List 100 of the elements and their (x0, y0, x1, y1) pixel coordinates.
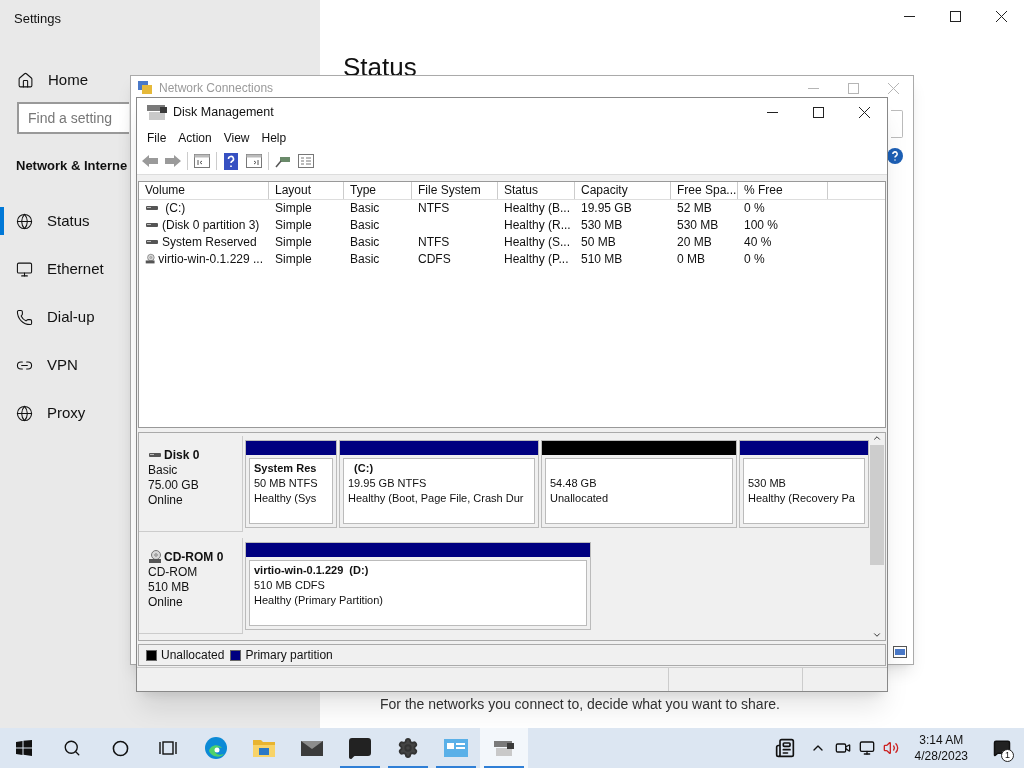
cd-drive-icon (148, 550, 162, 565)
task-view-icon (159, 739, 177, 757)
table-cell-text: Basic (350, 217, 380, 235)
envelope-icon (300, 739, 324, 757)
table-cell-text: Simple (275, 234, 312, 252)
disk-info: Basic (148, 462, 179, 478)
column-header[interactable]: Layout (269, 181, 344, 199)
nav-item[interactable]: VPN (0, 351, 82, 379)
news-icon[interactable] (774, 738, 795, 758)
menu-item[interactable]: View (217, 127, 256, 148)
menu-item[interactable]: Help (255, 127, 293, 148)
table-cell-text: 100 % (744, 217, 779, 235)
partition-info: Healthy (Sys (254, 490, 317, 506)
table-cell-text: 510 MB (581, 251, 623, 269)
camera-icon[interactable] (834, 740, 851, 756)
notification-badge: 1 (1001, 749, 1014, 762)
table-cell-text: virtio-win-0.1.229 ... (158, 251, 263, 269)
table-cell-text: 530 MB (581, 217, 623, 235)
close-icon (887, 82, 899, 94)
help-icon (224, 152, 238, 170)
partition-info: Healthy (Recovery Pa (748, 490, 855, 506)
table-cell-text: (Disk 0 partition 3) (162, 217, 260, 235)
control-panel-icon (443, 738, 469, 758)
nav-item[interactable]: Proxy (0, 399, 90, 427)
close-icon (995, 10, 1007, 22)
disk-info: 75.00 GB (148, 477, 200, 493)
maximize-icon (812, 106, 824, 118)
search-field[interactable]: Find a setting (17, 101, 129, 134)
table-cell-text: 52 MB (677, 200, 712, 218)
partition-block[interactable]: (C:) 19.95 GB NTFS Healthy (Boot, Page File, Crash Dur (339, 439, 539, 528)
nav-item[interactable]: Ethernet (0, 255, 108, 283)
partition-info: 54.48 GB (550, 475, 597, 491)
windows-logo-icon (16, 740, 32, 756)
taskbar-button[interactable] (480, 728, 528, 768)
partition-info: Unallocated (550, 490, 609, 506)
maximize-icon (847, 82, 859, 94)
disk-info: Online (148, 594, 184, 610)
table-cell-text: 19.95 GB (581, 200, 632, 218)
table-cell-text: Simple (275, 251, 312, 269)
disk-info: CD-ROM (148, 564, 199, 580)
feedback-icon (348, 736, 372, 760)
disk-name: CD-ROM 0 (164, 549, 224, 565)
menu-item[interactable]: File (141, 127, 173, 148)
panel-icon (194, 154, 210, 169)
clock-date[interactable]: 4/28/2023 (914, 748, 968, 764)
table-cell-text: Healthy (P... (504, 251, 569, 269)
table-cell-text: CDFS (418, 251, 451, 269)
globe-icon (16, 212, 33, 230)
partition-title: (C:) (353, 460, 374, 476)
column-header[interactable]: Volume (139, 181, 269, 199)
back-arrow-icon (142, 155, 158, 168)
column-header[interactable]: Capacity (575, 181, 671, 199)
table-cell-text: Healthy (R... (504, 217, 571, 235)
phone-icon (16, 308, 33, 326)
partition-info: 50 MB NTFS (254, 475, 318, 491)
table-cell-text: NTFS (418, 200, 450, 218)
table-cell-text: 0 MB (677, 251, 705, 269)
search-field[interactable] (891, 110, 903, 138)
clock-time[interactable]: 3:14 AM (919, 732, 964, 748)
partition-block[interactable]: virtio-win-0.1.229 (D:) 510 MB CDFS Healthy (Primary Partition) (245, 541, 591, 630)
nav-item[interactable]: Dial-up (0, 303, 99, 331)
table-cell-text: Healthy (B... (504, 200, 571, 218)
table-cell-text: System Reserved (162, 234, 257, 252)
table-cell-text: Basic (350, 251, 380, 269)
partition-info: Healthy (Primary Partition) (254, 592, 383, 608)
column-header[interactable]: Free Spa... (671, 181, 738, 199)
table-cell-text: 50 MB (581, 234, 616, 252)
settings-icon (397, 737, 419, 759)
partition-info: 530 MB (748, 475, 786, 491)
maximize-icon (949, 10, 961, 22)
column-header[interactable]: File System (412, 181, 498, 199)
column-header[interactable]: Type (344, 181, 412, 199)
forward-arrow-icon (165, 155, 181, 168)
disk-management-icon (492, 738, 516, 758)
partition-title: virtio-win-0.1.229 (D:) (254, 562, 369, 578)
partition-title: System Res (254, 460, 317, 476)
list-icon (298, 154, 314, 169)
table-cell-text: NTFS (418, 234, 450, 252)
plug-icon (275, 154, 291, 169)
partition-block[interactable]: System Res 50 MB NTFS Healthy (Sys (245, 439, 337, 528)
partition-block[interactable]: 54.48 GB Unallocated (541, 439, 737, 528)
menu-item[interactable]: Action (172, 127, 218, 148)
table-cell-text: Basic (350, 234, 380, 252)
notifications-button[interactable]: 1 (980, 728, 1024, 768)
disk-info: Online (148, 492, 184, 508)
home-icon (17, 72, 34, 89)
column-header[interactable]: % Free (738, 181, 828, 199)
window-title: Settings (14, 10, 62, 28)
nav-item[interactable]: Home (0, 66, 92, 95)
legend-label: Unallocated (161, 647, 225, 665)
column-header[interactable]: Status (498, 181, 575, 199)
close-icon (858, 106, 870, 118)
window-title: Disk Management (173, 104, 274, 122)
table-cell-text: Healthy (S... (504, 234, 571, 252)
table-cell-text: Simple (275, 200, 312, 218)
partition-block[interactable]: 530 MB Healthy (Recovery Pa (739, 439, 869, 528)
nav-item[interactable]: Status (0, 207, 94, 235)
description-text: For the networks you connect to, decide what you want to share. (380, 695, 781, 714)
panel-icon (246, 154, 262, 169)
table-cell-text: 40 % (744, 234, 772, 252)
